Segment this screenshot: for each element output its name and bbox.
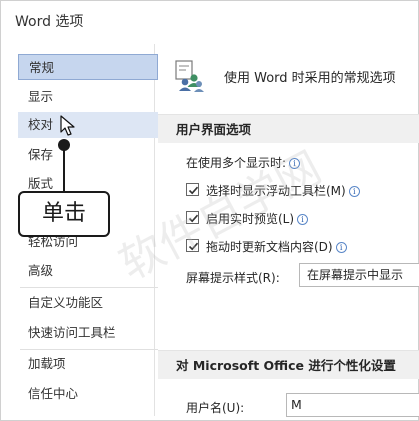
sidebar-item-advanced[interactable]: 高级 [18, 258, 158, 284]
sidebar-divider [20, 287, 158, 288]
sidebar-item-save[interactable]: 保存 [18, 142, 158, 168]
mouse-cursor-icon [60, 115, 75, 136]
sidebar-item-customize-ribbon[interactable]: 自定义功能区 [18, 290, 158, 316]
screentip-style-label: 屏幕提示样式(R): [186, 271, 280, 285]
floating-toolbar-option: 选择时显示浮动工具栏(M) i [206, 182, 360, 199]
sidebar-item-addins[interactable]: 加载项 [18, 351, 158, 377]
info-icon[interactable]: i [348, 186, 360, 197]
dialog-title: Word 选项 [15, 14, 84, 30]
checkmark-icon [188, 214, 199, 223]
section-ui-options: 用户界面选项 [158, 114, 419, 143]
multi-display-row: 在使用多个显示时: i [186, 154, 301, 171]
sidebar-item-general[interactable]: 常规 [18, 54, 158, 80]
sidebar-item-proofing[interactable]: 校对 [18, 112, 158, 138]
sidebar-item-trust-center[interactable]: 信任中心 [18, 381, 158, 407]
sidebar-item-display[interactable]: 显示 [18, 84, 158, 110]
section-personalize: 对 Microsoft Office 进行个性化设置 [158, 350, 419, 379]
info-icon[interactable]: i [289, 158, 301, 169]
screentip-style-select[interactable]: 在屏幕提示中显示 [299, 263, 419, 287]
live-preview-option: 启用实时预览(L) i [206, 210, 309, 227]
floating-toolbar-checkbox[interactable] [186, 183, 199, 196]
sidebar-divider [20, 349, 158, 350]
checkmark-icon [188, 186, 199, 195]
click-callout: 单击 [18, 191, 110, 237]
username-label: 用户名(U): [186, 401, 245, 415]
info-icon[interactable]: i [335, 242, 347, 253]
callout-connector [63, 145, 65, 193]
floating-toolbar-label: 选择时显示浮动工具栏(M) [206, 184, 346, 198]
live-preview-label: 启用实时预览(L) [206, 212, 295, 226]
live-preview-checkbox[interactable] [186, 211, 199, 224]
page-heading: 使用 Word 时采用的常规选项 [224, 71, 396, 86]
word-options-dialog: Word 选项 常规 显示 校对 保存 版式 语言 轻松访问 高级 自定义功能区… [0, 0, 419, 421]
drag-update-option: 拖动时更新文档内容(D) i [206, 238, 347, 255]
info-icon[interactable]: i [297, 214, 309, 225]
drag-update-label: 拖动时更新文档内容(D) [206, 240, 333, 254]
main-panel: 使用 Word 时采用的常规选项 用户界面选项 在使用多个显示时: i 选择时显示… [158, 44, 419, 421]
sidebar-item-quick-access-toolbar[interactable]: 快速访问工具栏 [18, 320, 158, 346]
username-input[interactable]: M [286, 393, 419, 417]
people-settings-icon [175, 60, 204, 92]
drag-update-checkbox[interactable] [186, 239, 199, 252]
checkmark-icon [188, 242, 199, 251]
multi-display-label: 在使用多个显示时: [186, 156, 287, 170]
